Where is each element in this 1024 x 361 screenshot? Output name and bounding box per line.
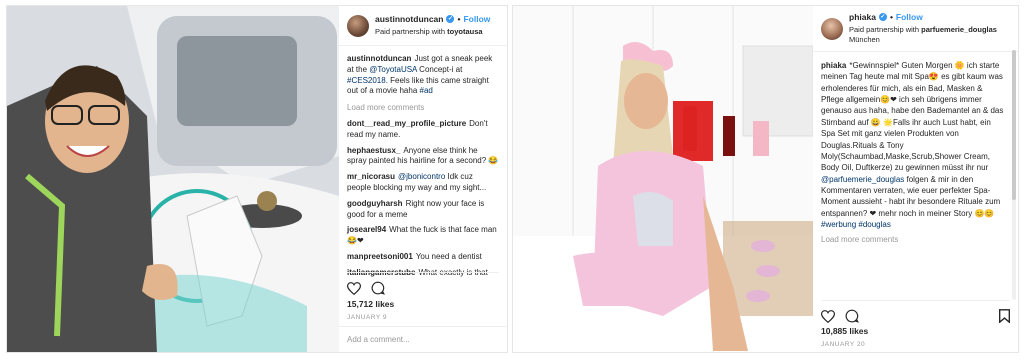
mention-link[interactable]: @jbonicontro <box>398 172 445 181</box>
comment-username[interactable]: mr_nicorasu <box>347 172 395 181</box>
like-count[interactable]: 15,712 likes <box>347 299 394 310</box>
list-item: mr_nicorasu @jbonicontro Idk cuz people b… <box>347 172 499 194</box>
comment-text: You need a dentist <box>415 251 482 261</box>
post-photo[interactable] <box>7 6 339 352</box>
comment-bubble-icon[interactable] <box>371 281 385 295</box>
hashtag-link[interactable]: #werbung <box>821 220 856 229</box>
comments-scrollbar[interactable] <box>1012 50 1016 300</box>
separator-dot: • <box>889 11 893 22</box>
comment-username[interactable]: hephaestusx_ <box>347 146 400 155</box>
comment-username[interactable]: manpreetsoni001 <box>347 252 413 261</box>
instagram-post-austinnotduncan: austinnotduncan ✓ • Follow Paid partners… <box>6 5 508 353</box>
caption: phiaka *Gewinnspiel* Guten Morgen 🌼 ich s… <box>821 61 1004 230</box>
separator-dot: • <box>457 13 461 24</box>
like-heart-icon[interactable] <box>821 309 835 323</box>
like-count[interactable]: 10,885 likes <box>821 326 868 337</box>
list-item: hephaestusx_ Anyone else think he spray p… <box>347 146 499 168</box>
post-sidebar: phiaka ✓ • Follow Paid partnership with … <box>813 6 1018 352</box>
caption: austinnotduncan Just got a sneak peek at … <box>347 54 493 96</box>
comment-username[interactable]: dont__read_my_profile_picture <box>347 119 466 128</box>
list-item: dont__read_my_profile_picture Don't read … <box>347 119 499 141</box>
post-photo-illustration <box>513 6 813 352</box>
like-heart-icon[interactable] <box>347 281 361 295</box>
hashtag-link[interactable]: #CES2018 <box>347 76 386 85</box>
partner-link[interactable]: toyotausa <box>447 27 482 36</box>
verified-badge-icon: ✓ <box>446 15 455 24</box>
username-link[interactable]: phiaka <box>849 12 876 23</box>
list-item: goodguyharsh Right now your face is good … <box>347 199 499 221</box>
load-more-comments-button[interactable]: Load more comments <box>821 235 1004 246</box>
load-more-comments-button[interactable]: Load more comments <box>347 103 499 114</box>
follow-button[interactable]: Follow <box>896 12 923 23</box>
comment-bubble-icon[interactable] <box>845 309 859 323</box>
action-bar <box>347 272 499 295</box>
post-photo-illustration <box>7 6 339 352</box>
verified-badge-icon: ✓ <box>878 13 887 22</box>
comment-username[interactable]: goodguyharsh <box>347 199 403 208</box>
hashtag-link[interactable]: #douglas <box>858 220 890 229</box>
mention-link[interactable]: @ToyotaUSA <box>369 65 417 74</box>
partner-link[interactable]: parfuemerie_douglas <box>921 25 997 34</box>
add-comment-input[interactable]: Add a comment... <box>339 326 507 352</box>
instagram-post-phiaka: phiaka ✓ • Follow Paid partnership with … <box>512 5 1019 353</box>
list-item: manpreetsoni001 You need a dentist <box>347 252 499 263</box>
caption-username[interactable]: phiaka <box>821 61 846 70</box>
hashtag-link[interactable]: #ad <box>420 86 433 95</box>
comment-list: austinnotduncan Just got a sneak peek at … <box>347 46 499 279</box>
comment-username[interactable]: josearel94 <box>347 225 386 234</box>
paid-partnership-label: Paid partnership with parfuemerie_dougla… <box>849 25 997 35</box>
bookmark-icon[interactable] <box>999 309 1010 323</box>
post-date: JANUARY 20 <box>821 341 866 348</box>
comment-list: phiaka *Gewinnspiel* Guten Morgen 🌼 ich s… <box>821 52 1010 246</box>
follow-button[interactable]: Follow <box>463 14 490 25</box>
action-bar <box>821 300 1010 323</box>
caption-username[interactable]: austinnotduncan <box>347 54 411 63</box>
username-link[interactable]: austinnotduncan <box>375 14 443 25</box>
list-item: josearel94 What the fuck is that face man… <box>347 225 499 247</box>
post-sidebar: austinnotduncan ✓ • Follow Paid partners… <box>339 6 507 352</box>
post-photo[interactable] <box>513 6 813 352</box>
paid-partnership-label: Paid partnership with toyotausa <box>375 27 483 37</box>
mention-link[interactable]: @parfuemerie_douglas <box>821 175 904 184</box>
post-header: austinnotduncan ✓ • Follow Paid partners… <box>339 6 507 46</box>
post-header: phiaka ✓ • Follow Paid partnership with … <box>813 6 1018 52</box>
post-date: JANUARY 9 <box>347 314 388 321</box>
avatar[interactable] <box>821 17 843 40</box>
avatar[interactable] <box>347 14 369 37</box>
location-link[interactable]: München <box>849 35 997 45</box>
